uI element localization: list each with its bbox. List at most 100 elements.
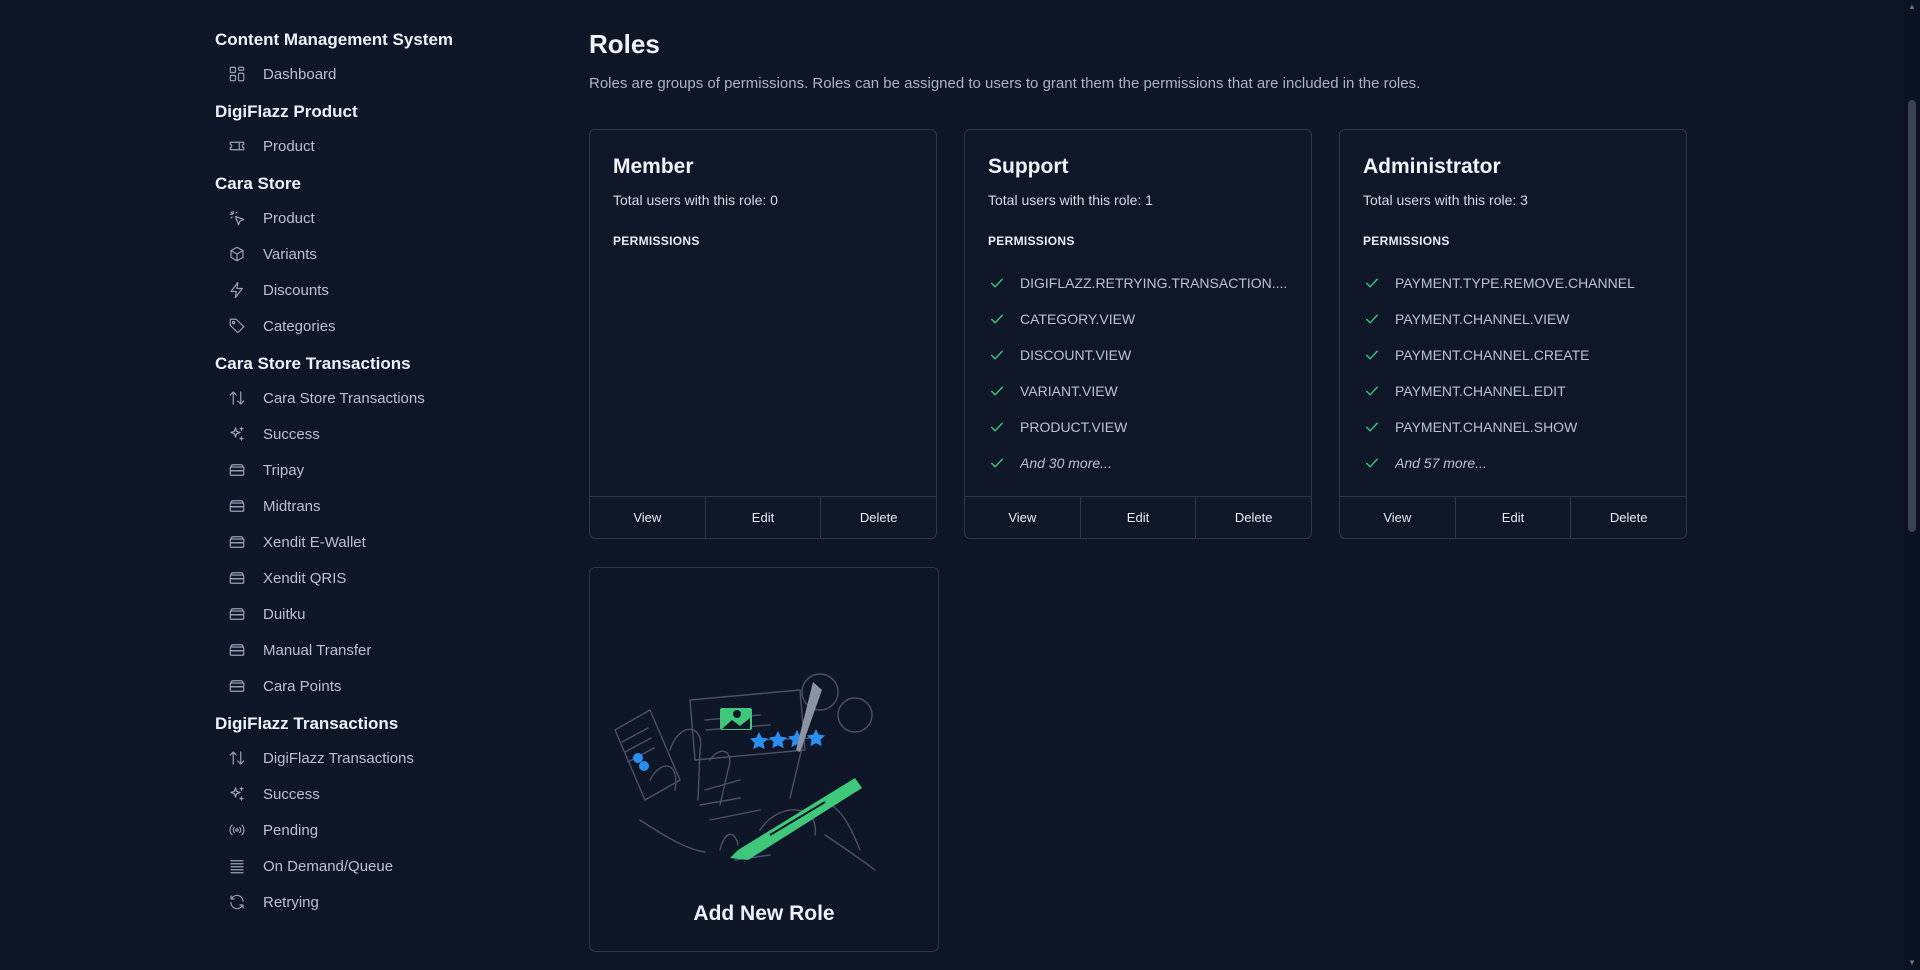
permission-item: CATEGORY.VIEW bbox=[988, 301, 1293, 337]
role-user-count: Total users with this role: 3 bbox=[1363, 192, 1528, 208]
server-icon bbox=[227, 568, 247, 588]
permission-name: PRODUCT.VIEW bbox=[1020, 419, 1128, 435]
tag-icon bbox=[227, 316, 247, 336]
sidebar-item-digiflazz-transactions[interactable]: DigiFlazz Transactions bbox=[215, 740, 535, 776]
sidebar-item-dashboard[interactable]: Dashboard bbox=[215, 56, 535, 92]
permission-name: VARIANT.VIEW bbox=[1020, 383, 1118, 399]
sidebar-item-success[interactable]: Success bbox=[215, 416, 535, 452]
sidebar-item-xendit-e-wallet[interactable]: Xendit E-Wallet bbox=[215, 524, 535, 560]
sidebar-item-label: Midtrans bbox=[263, 497, 321, 515]
server-icon bbox=[227, 460, 247, 480]
permission-item: PAYMENT.CHANNEL.VIEW bbox=[1363, 301, 1668, 337]
sidebar-item-pending[interactable]: Pending bbox=[215, 812, 535, 848]
permission-item: PRODUCT.VIEW bbox=[988, 409, 1293, 445]
sidebar-item-product[interactable]: Product bbox=[215, 200, 535, 236]
sidebar-item-label: Success bbox=[263, 785, 320, 803]
sidebar-item-label: Product bbox=[263, 209, 315, 227]
permission-more-text: And 57 more... bbox=[1395, 455, 1487, 471]
sidebar-item-label: Cara Store Transactions bbox=[263, 389, 425, 407]
sidebar-item-xendit-qris[interactable]: Xendit QRIS bbox=[215, 560, 535, 596]
permission-list: PAYMENT.TYPE.REMOVE.CHANNEL PAYMENT.CHANN… bbox=[1363, 265, 1668, 481]
sidebar-item-categories[interactable]: Categories bbox=[215, 308, 535, 344]
delete-role-button[interactable]: Delete bbox=[1570, 497, 1686, 538]
sidebar-group-title: DigiFlazz Product bbox=[215, 102, 358, 121]
sidebar-group-title: DigiFlazz Transactions bbox=[215, 714, 399, 733]
sidebar-item-label: DigiFlazz Transactions bbox=[263, 749, 414, 767]
check-icon bbox=[1363, 382, 1381, 400]
role-name: Support bbox=[988, 155, 1069, 178]
edit-role-button[interactable]: Edit bbox=[1454, 497, 1571, 538]
sidebar-group-title: Content Management System bbox=[215, 30, 454, 49]
scroll-up-arrow[interactable]: ▲ bbox=[1908, 3, 1916, 11]
sidebar-item-tripay[interactable]: Tripay bbox=[215, 452, 535, 488]
sidebar-item-label: Manual Transfer bbox=[263, 641, 372, 659]
sidebar-item-label: Dashboard bbox=[263, 65, 337, 83]
permission-item: DISCOUNT.VIEW bbox=[988, 337, 1293, 373]
sidebar-item-label: On Demand/Queue bbox=[263, 857, 394, 875]
permission-more: And 57 more... bbox=[1363, 445, 1668, 481]
cursor-click-icon bbox=[227, 208, 247, 228]
sidebar-item-on-demand-queue[interactable]: On Demand/Queue bbox=[215, 848, 535, 884]
sidebar-item-label: Variants bbox=[263, 245, 317, 263]
main-content: Roles Roles are groups of permissions. R… bbox=[589, 28, 1689, 952]
sidebar-item-discounts[interactable]: Discounts bbox=[215, 272, 535, 308]
sidebar-item-variants[interactable]: Variants bbox=[215, 236, 535, 272]
sidebar-item-label: Xendit QRIS bbox=[263, 569, 347, 587]
refresh-icon bbox=[227, 892, 247, 912]
permissions-heading: PERMISSIONS bbox=[613, 234, 700, 248]
bolt-icon bbox=[227, 280, 247, 300]
view-role-button[interactable]: View bbox=[1340, 497, 1455, 538]
check-icon bbox=[1363, 346, 1381, 364]
sidebar-item-midtrans[interactable]: Midtrans bbox=[215, 488, 535, 524]
permission-more: And 30 more... bbox=[988, 445, 1293, 481]
server-icon bbox=[227, 604, 247, 624]
sidebar-item-label: Product bbox=[263, 137, 315, 155]
permission-item: DIGIFLAZZ.RETRYING.TRANSACTION.... bbox=[988, 265, 1293, 301]
sidebar-item-cara-store-transactions[interactable]: Cara Store Transactions bbox=[215, 380, 535, 416]
view-role-button[interactable]: View bbox=[590, 497, 705, 538]
sidebar-item-label: Success bbox=[263, 425, 320, 443]
check-icon bbox=[1363, 310, 1381, 328]
scroll-down-arrow[interactable]: ▼ bbox=[1908, 959, 1916, 967]
queue-list-icon bbox=[227, 856, 247, 876]
role-card-support: Support Total users with this role: 1 PERM… bbox=[964, 129, 1312, 539]
permission-name: PAYMENT.CHANNEL.VIEW bbox=[1395, 311, 1570, 327]
check-icon bbox=[1363, 454, 1381, 472]
edit-role-button[interactable]: Edit bbox=[704, 497, 821, 538]
check-icon bbox=[1363, 274, 1381, 292]
sidebar-item-duitku[interactable]: Duitku bbox=[215, 596, 535, 632]
arrows-up-down-icon bbox=[227, 388, 247, 408]
sidebar-item-label: Tripay bbox=[263, 461, 305, 479]
sidebar-item-label: Categories bbox=[263, 317, 336, 335]
edit-role-button[interactable]: Edit bbox=[1079, 497, 1196, 538]
sidebar-item-manual-transfer[interactable]: Manual Transfer bbox=[215, 632, 535, 668]
check-icon bbox=[1363, 418, 1381, 436]
check-icon bbox=[988, 418, 1006, 436]
add-new-role-label: Add New Role bbox=[693, 902, 835, 925]
permission-name: DIGIFLAZZ.RETRYING.TRANSACTION.... bbox=[1020, 275, 1288, 291]
sidebar-item-label: Xendit E-Wallet bbox=[263, 533, 366, 551]
scrollbar[interactable]: ▲ ▼ bbox=[1904, 0, 1920, 970]
page-description: Roles are groups of permissions. Roles c… bbox=[589, 75, 1421, 92]
check-icon bbox=[988, 454, 1006, 472]
permission-name: PAYMENT.CHANNEL.EDIT bbox=[1395, 383, 1566, 399]
permission-name: PAYMENT.CHANNEL.SHOW bbox=[1395, 419, 1578, 435]
server-icon bbox=[227, 640, 247, 660]
scrollbar-thumb[interactable] bbox=[1908, 100, 1916, 532]
permissions-heading: PERMISSIONS bbox=[988, 234, 1075, 248]
sidebar-item-success[interactable]: Success bbox=[215, 776, 535, 812]
role-user-count: Total users with this role: 1 bbox=[988, 192, 1153, 208]
delete-role-button[interactable]: Delete bbox=[820, 497, 936, 538]
sidebar-item-label: Duitku bbox=[263, 605, 306, 623]
sidebar-item-label: Discounts bbox=[263, 281, 329, 299]
add-new-role-card[interactable]: Add New Role bbox=[589, 567, 939, 952]
sidebar-item-cara-points[interactable]: Cara Points bbox=[215, 668, 535, 704]
cube-icon bbox=[227, 244, 247, 264]
role-card-member: Member Total users with this role: 0 PERMI… bbox=[589, 129, 937, 539]
sidebar-item-product[interactable]: Product bbox=[215, 128, 535, 164]
role-user-count: Total users with this role: 0 bbox=[613, 192, 778, 208]
sidebar-item-retrying[interactable]: Retrying bbox=[215, 884, 535, 920]
delete-role-button[interactable]: Delete bbox=[1195, 497, 1311, 538]
view-role-button[interactable]: View bbox=[965, 497, 1080, 538]
permission-item: PAYMENT.CHANNEL.EDIT bbox=[1363, 373, 1668, 409]
